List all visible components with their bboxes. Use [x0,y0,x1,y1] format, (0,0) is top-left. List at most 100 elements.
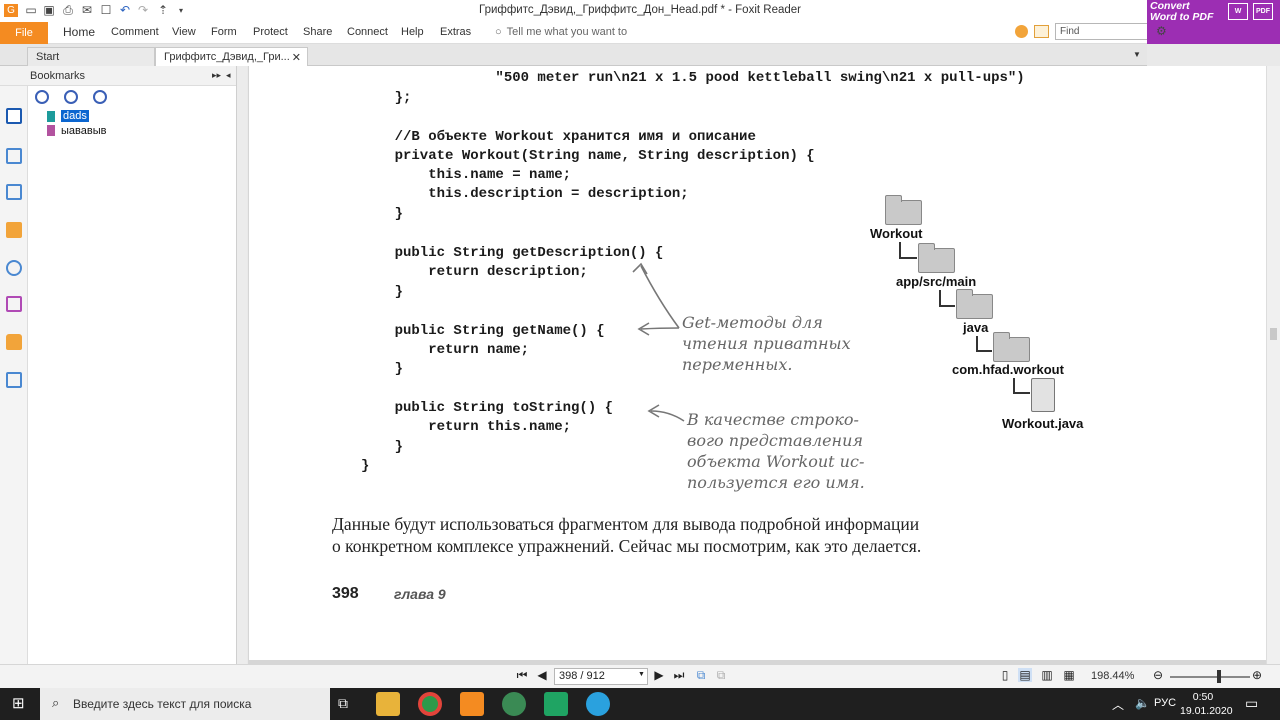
bookmark-item-2[interactable]: ыававыв [61,125,106,137]
scroll-thumb[interactable] [1270,328,1277,340]
app-icon[interactable] [544,692,568,716]
last-page-icon[interactable]: ⏭ [672,668,686,683]
taskbar-search-box[interactable]: ⌕ Введите здесь текст для поиска [40,688,330,720]
bookmarks-panel: Bookmarks ▸▸ ◂ dads ыававыв [0,66,237,664]
delete-bookmark-icon[interactable] [93,90,107,104]
next-view-icon[interactable]: ⧉ [714,668,728,683]
foxit-reader-icon[interactable] [460,692,484,716]
content-tool-icon[interactable] [6,372,22,388]
folder-search-icon[interactable] [1034,25,1049,38]
folder-icon [993,332,1030,362]
tree-file-label: Workout.java [1002,416,1084,431]
zoom-out-icon[interactable]: ⊖ [1151,668,1165,682]
menu-connect[interactable]: Connect [347,26,388,38]
java-file-icon [1031,378,1055,412]
pdf-page: "500 meter run\n21 x 1.5 pood kettleball… [248,66,1266,660]
ribbon-menu: File Home Comment View Form Protect Shar… [0,22,1280,44]
word-doc-icon: W [1228,3,1248,20]
tab-document[interactable]: Гриффитс_Дэвид,_Гри... ✕ [155,47,308,66]
bookmark-flag-icon [47,125,55,136]
settings-gear-icon[interactable]: ⚙ [1156,24,1167,38]
tree-connector [939,290,955,307]
tree-connector [1013,378,1030,394]
coin-icon[interactable] [1015,25,1028,38]
file-explorer-icon[interactable] [376,692,400,716]
menu-help[interactable]: Help [401,26,424,38]
find-input[interactable]: Find [1055,23,1153,40]
comments-nav-icon[interactable] [6,222,22,238]
close-tab-icon[interactable]: ✕ [292,51,301,64]
folder-icon [918,243,955,273]
tab-start-label: Start [36,51,60,63]
clock-time: 0:50 [1192,691,1214,703]
facing-view-icon[interactable]: ▥ [1040,668,1054,682]
menu-share[interactable]: Share [303,26,332,38]
body-line: о конкретном комплексе упражнений. Сейча… [332,536,922,556]
security-lock-icon[interactable] [6,334,22,350]
tab-list-dropdown-icon[interactable]: ▼ [1133,50,1141,59]
window-title: Гриффитс_Дэвид,_Гриффитс_Дон_Head.pdf * … [478,4,801,16]
menu-home[interactable]: Home [63,25,95,39]
continuous-facing-icon[interactable]: ▦ [1062,668,1076,682]
volume-icon[interactable]: 🔈 [1135,696,1150,710]
telegram-icon[interactable] [586,692,610,716]
windows-start-icon[interactable]: ⊞ [12,696,28,712]
keyboard-language[interactable]: РУС [1154,697,1176,709]
taskbar-search-placeholder: Введите здесь текст для поиска [73,697,252,711]
panel-splitter[interactable] [237,66,247,664]
taskbar-clock[interactable]: 0:50 19.01.2020 [1180,690,1233,718]
document-tab-bar: Start Гриффитс_Дэвид,_Гри... ✕ ▼ [0,44,1147,66]
android-studio-icon[interactable] [502,692,526,716]
windows-taskbar: ⊞ ⌕ Введите здесь текст для поиска ⧉ ︿ 🔈… [0,688,1280,720]
next-page-icon[interactable]: ▶ [652,668,666,682]
tree-root-label: Workout [870,226,923,241]
page-dropdown-icon[interactable]: ▼ [638,671,645,678]
title-bar: G ▭ ▣ ⎙ ✉ ☐ ↶ ↷ ⇡ ▾ Гриффитс_Дэвид,_Гриф… [0,0,1280,22]
expand-panel-icon[interactable]: ▸▸ [212,70,221,81]
menu-extras[interactable]: Extras [440,26,471,38]
notifications-icon[interactable]: ▭ [1245,695,1258,712]
page-number: 398 [332,585,359,602]
menu-view[interactable]: View [172,26,196,38]
collapse-panel-icon[interactable]: ◂ [226,70,231,81]
vertical-scrollbar[interactable] [1266,66,1280,664]
zoom-slider-track[interactable] [1170,676,1250,678]
navigation-sidebar [0,86,28,664]
zoom-level[interactable]: 198.44% [1091,670,1134,682]
clock-date: 19.01.2020 [1180,705,1233,717]
tree-connector [899,242,917,259]
pdf-doc-icon: PDF [1253,3,1273,20]
bookmarks-nav-icon[interactable] [6,108,22,124]
add-bookmark-icon[interactable] [35,90,49,104]
zoom-slider-thumb[interactable] [1217,670,1221,683]
menu-protect[interactable]: Protect [253,26,288,38]
show-hidden-icons-icon[interactable]: ︿ [1112,696,1124,713]
bookmark-item-dads[interactable]: dads [61,110,89,122]
continuous-view-icon[interactable]: ▤ [1018,668,1032,682]
tell-me-box[interactable]: ○ Tell me what you want to [490,26,627,38]
page-number-input[interactable]: 398 / 912 [554,668,648,685]
attachments-nav-icon[interactable] [6,260,22,276]
folder-icon [956,289,993,319]
file-menu[interactable]: File [0,22,48,44]
new-bookmark-icon[interactable] [64,90,78,104]
single-page-view-icon[interactable]: ▯ [998,668,1012,682]
pages-nav-icon[interactable] [6,148,22,164]
previous-view-icon[interactable]: ⧉ [694,668,708,683]
tree-level1-label: app/src/main [896,274,977,289]
status-bar: ⏮ ◀ 398 / 912 ▼ ▶ ⏭ ⧉ ⧉ ▯ ▤ ▥ ▦ 198.44% … [0,664,1280,688]
convert-word-to-pdf-button[interactable]: Convert Word to PDF W PDF [1147,0,1280,44]
signatures-nav-icon[interactable] [6,296,22,312]
chapter-label: глава 9 [394,586,446,602]
previous-page-icon[interactable]: ◀ [535,668,549,682]
menu-comment[interactable]: Comment [111,26,159,38]
chrome-icon[interactable] [418,692,442,716]
first-page-icon[interactable]: ⏮ [515,668,529,683]
layers-nav-icon[interactable] [6,184,22,200]
menu-form[interactable]: Form [211,26,237,38]
task-view-icon[interactable]: ⧉ [338,695,348,712]
tree-connector [976,336,992,352]
tostring-note: В качестве строко- вого представления об… [687,410,865,492]
tab-start[interactable]: Start [27,47,155,66]
zoom-in-icon[interactable]: ⊕ [1250,668,1264,682]
